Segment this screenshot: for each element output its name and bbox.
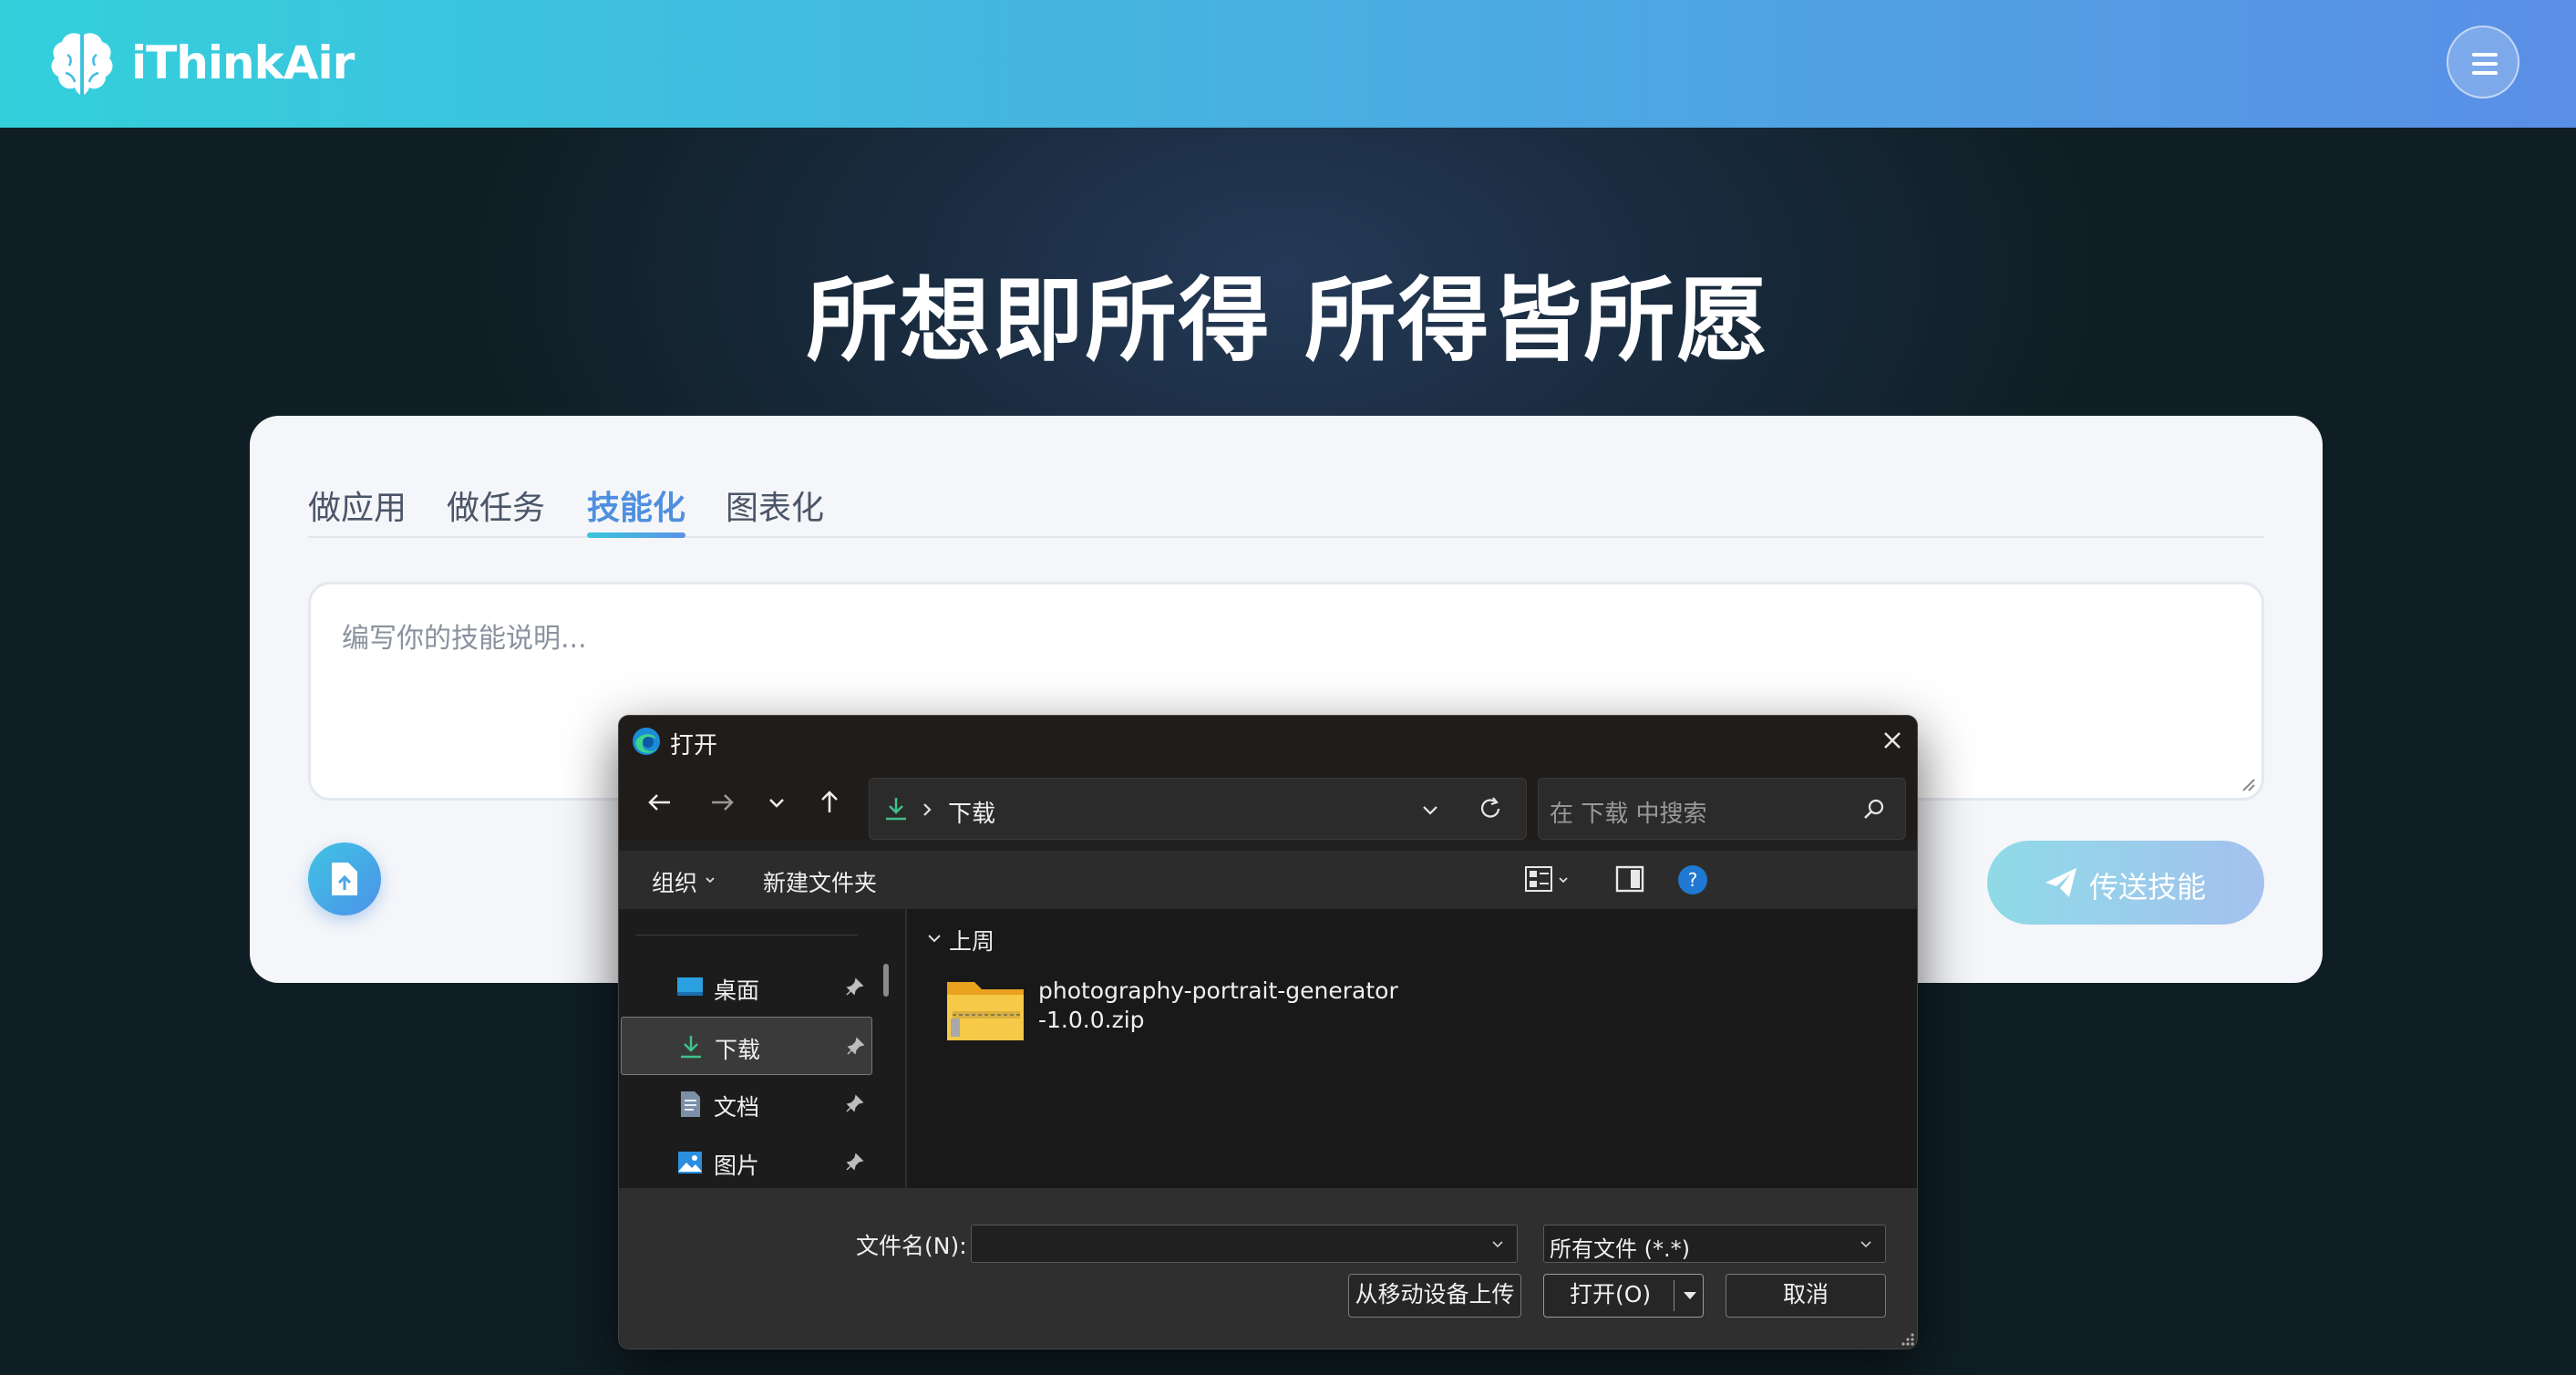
- sidebar-scrollbar[interactable]: [883, 964, 889, 997]
- sidebar-separator: [635, 935, 858, 936]
- resize-handle-icon[interactable]: [2240, 776, 2256, 792]
- send-skill-label: 传送技能: [2089, 870, 2207, 905]
- tab-make-app[interactable]: 做应用: [308, 481, 407, 529]
- group-header-last-week[interactable]: 上周: [949, 924, 994, 956]
- dialog-toolbar: 组织 新建文件夹 ?: [619, 851, 1917, 909]
- file-item-zip[interactable]: photography-portrait-generator -1.0.0.zi…: [945, 975, 1401, 1051]
- back-arrow-icon[interactable]: [639, 781, 681, 823]
- search-placeholder: 在 下载 中搜索: [1550, 801, 1707, 828]
- sidebar-item-desktop[interactable]: 桌面: [621, 958, 872, 1017]
- filetype-value: 所有文件 (*.*): [1550, 1236, 1690, 1262]
- close-icon[interactable]: [1877, 725, 1908, 756]
- brand-name[interactable]: iThinkAir: [131, 36, 355, 89]
- svg-text:?: ?: [1688, 869, 1698, 891]
- filetype-dropdown-icon[interactable]: [1858, 1236, 1874, 1253]
- navigation-pane: 桌面 下载 文档 图片: [619, 909, 907, 1188]
- filename-dropdown-icon[interactable]: [1489, 1236, 1506, 1253]
- upload-file-button[interactable]: [308, 843, 381, 915]
- open-button-label: 打开(O): [1570, 1281, 1652, 1308]
- address-bar[interactable]: 下载: [869, 778, 1527, 840]
- mode-tabs: 做应用 做任务 技能化 图表化: [308, 481, 2264, 538]
- textarea-placeholder: 编写你的技能说明...: [342, 623, 587, 655]
- preview-pane-icon[interactable]: [1614, 863, 1645, 894]
- open-file-dialog: 打开 下载 在 下载 中搜索 组织 新建文件夹 ? 桌面 下载 文档 图片 上周…: [618, 715, 1918, 1349]
- hamburger-menu-button[interactable]: [2447, 26, 2519, 98]
- pin-icon[interactable]: [845, 977, 865, 997]
- edge-browser-icon: [633, 728, 660, 755]
- brain-icon[interactable]: [49, 29, 115, 97]
- hamburger-line: [2472, 62, 2498, 66]
- new-folder-button[interactable]: 新建文件夹: [763, 865, 877, 898]
- pin-icon[interactable]: [845, 1093, 865, 1113]
- sidebar-item-label: 文档: [714, 1094, 760, 1121]
- file-name[interactable]: photography-portrait-generator -1.0.0.zi…: [1038, 977, 1421, 1035]
- view-options-icon[interactable]: [1523, 863, 1554, 894]
- view-dropdown-icon[interactable]: [1558, 874, 1569, 885]
- dialog-title: 打开: [670, 732, 718, 760]
- sidebar-item-label: 下载: [715, 1037, 761, 1063]
- filetype-select[interactable]: 所有文件 (*.*): [1543, 1225, 1886, 1263]
- address-location[interactable]: 下载: [948, 795, 995, 829]
- hamburger-menu-icon: [2472, 53, 2498, 57]
- zip-folder-icon: [947, 982, 1024, 1040]
- tab-do-task[interactable]: 做任务: [447, 481, 545, 529]
- active-tab-indicator: [587, 532, 685, 538]
- download-icon: [681, 1036, 701, 1059]
- dialog-titlebar: 打开: [619, 716, 1917, 765]
- download-icon: [886, 798, 906, 821]
- dialog-resize-grip-icon[interactable]: [1899, 1330, 1915, 1347]
- send-skill-button[interactable]: 传送技能: [1987, 841, 2264, 925]
- open-options-dropdown-icon[interactable]: [1681, 1289, 1699, 1302]
- picture-icon: [678, 1152, 702, 1173]
- file-name-line-2: -1.0.0.zip: [1038, 1007, 1145, 1033]
- upload-from-mobile-button[interactable]: 从移动设备上传: [1348, 1274, 1521, 1318]
- paper-plane-icon: [2045, 868, 2076, 897]
- breadcrumb-chevron-icon: [923, 803, 932, 816]
- sidebar-item-documents[interactable]: 文档: [621, 1075, 872, 1133]
- search-icon[interactable]: [1861, 797, 1887, 822]
- help-icon[interactable]: ?: [1676, 863, 1709, 896]
- sidebar-item-downloads[interactable]: 下载: [621, 1017, 872, 1075]
- tab-chart[interactable]: 图表化: [726, 481, 824, 529]
- organize-menu[interactable]: 组织: [652, 865, 697, 898]
- hamburger-line: [2472, 71, 2498, 75]
- cancel-button[interactable]: 取消: [1726, 1274, 1886, 1318]
- organize-dropdown-icon[interactable]: [705, 874, 716, 885]
- document-icon: [681, 1091, 700, 1117]
- file-name-line-1: photography-portrait-generator: [1038, 977, 1398, 1004]
- top-header: iThinkAir: [0, 0, 2576, 128]
- group-collapse-chevron-icon[interactable]: [925, 929, 943, 947]
- sidebar-item-label: 桌面: [714, 977, 760, 1004]
- up-arrow-icon[interactable]: [809, 781, 850, 823]
- recent-locations-chevron-icon[interactable]: [756, 781, 798, 823]
- pin-icon[interactable]: [845, 1152, 865, 1172]
- open-button[interactable]: 打开(O): [1543, 1274, 1704, 1318]
- hero-title: 所想即所得 所得皆所愿: [806, 267, 1770, 374]
- dialog-body: 桌面 下载 文档 图片 上周 photography-portrait-gene…: [619, 909, 1917, 1188]
- dialog-footer: 文件名(N): 所有文件 (*.*) 从移动设备上传 打开(O) 取消: [619, 1188, 1917, 1349]
- filename-label: 文件名(N):: [856, 1233, 967, 1259]
- tab-skill[interactable]: 技能化: [587, 481, 685, 529]
- address-dropdown-chevron-icon[interactable]: [1417, 797, 1444, 824]
- file-upload-icon: [332, 863, 357, 895]
- refresh-icon[interactable]: [1475, 793, 1506, 824]
- forward-arrow-icon[interactable]: [701, 781, 743, 823]
- desktop-icon: [677, 977, 703, 996]
- filename-input[interactable]: [971, 1225, 1518, 1263]
- sidebar-item-label: 图片: [714, 1153, 760, 1179]
- pin-icon[interactable]: [846, 1036, 866, 1056]
- sidebar-item-pictures[interactable]: 图片: [621, 1133, 872, 1192]
- search-box[interactable]: 在 下载 中搜索: [1538, 778, 1906, 840]
